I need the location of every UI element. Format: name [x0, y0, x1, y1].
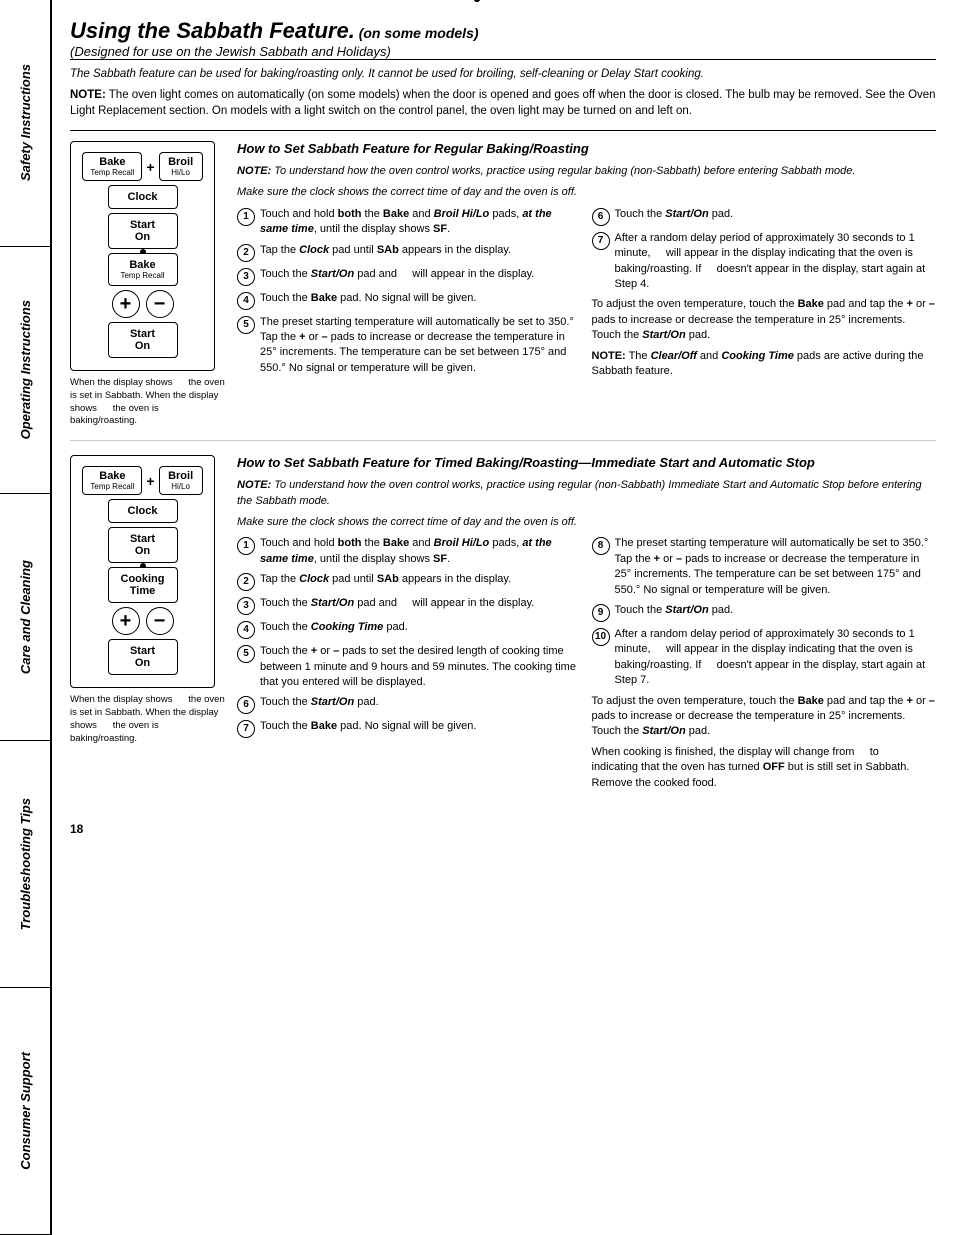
section2-broil-btn[interactable]: BroilHi/Lo — [159, 466, 203, 495]
sidebar-label-troubleshooting: Troubleshooting Tips — [18, 798, 33, 930]
bake-btn-mid[interactable]: BakeTemp Recall — [108, 253, 178, 286]
main-content: Using the Sabbath Feature. (on some mode… — [52, 0, 954, 1235]
section2-cooking-with-dot: CookingTime — [108, 567, 178, 603]
page-subtitle: (Designed for use on the Jewish Sabbath … — [70, 44, 391, 59]
section2-left-steps: 1 Touch and hold both the Bake and Broil… — [237, 536, 582, 795]
top-btn-row: BakeTemp Recall + BroilHi/Lo — [77, 152, 208, 181]
sidebar-section-troubleshooting: Troubleshooting Tips — [0, 741, 50, 988]
page-title-suffix: (on some models) — [355, 25, 479, 41]
start-on-row-1: StartOn — [77, 213, 208, 249]
section1-right-steps: 6 Touch the Start/On pad. 7 After a rand… — [592, 207, 937, 385]
section1-steps-container: 1 Touch and hold both the Bake and Broil… — [237, 207, 936, 385]
section2-top-btn-row: BakeTemp Recall + BroilHi/Lo — [77, 466, 208, 495]
section1-note: NOTE: To understand how the oven control… — [237, 164, 936, 179]
section2-step7: 7 Touch the Bake pad. No signal will be … — [237, 719, 582, 738]
start-on-bottom-row: StartOn — [77, 322, 208, 358]
sidebar-label-operating: Operating Instructions — [18, 300, 33, 439]
section2-right-steps: 8 The preset starting temperature will a… — [592, 536, 937, 795]
section2-start-on-bottom-row: StartOn — [77, 639, 208, 675]
section2-dot-right — [474, 0, 480, 2]
section1-step3: 3 Touch the Start/On pad and will appear… — [237, 267, 582, 286]
section2-step4: 4 Touch the Cooking Time pad. — [237, 620, 582, 639]
section1-step4: 4 Touch the Bake pad. No signal will be … — [237, 291, 582, 310]
section2-step6: 6 Touch the Start/On pad. — [237, 695, 582, 714]
section2-oven-diagram: BakeTemp Recall + BroilHi/Lo Clock Start… — [70, 455, 215, 688]
section2-make-sure: Make sure the clock shows the correct ti… — [237, 515, 936, 530]
page-title-block: Using the Sabbath Feature. (on some mode… — [70, 18, 936, 59]
section2-plus-sep: + — [146, 473, 154, 489]
start-on-btn-1[interactable]: StartOn — [108, 213, 178, 249]
section1-make-sure: Make sure the clock shows the correct ti… — [237, 185, 936, 200]
intro-block: The Sabbath feature can be used for baki… — [70, 59, 936, 131]
bake-dot-container: BakeTemp Recall — [77, 253, 208, 286]
section1-step6: 6 Touch the Start/On pad. — [592, 207, 937, 226]
section1-step5: 5 The preset starting temperature will a… — [237, 315, 582, 377]
section1-left-panel: BakeTemp Recall + BroilHi/Lo Clock Start… — [70, 141, 225, 428]
section2-left-panel: BakeTemp Recall + BroilHi/Lo Clock Start… — [70, 455, 225, 796]
section2-steps-container: 1 Touch and hold both the Bake and Broil… — [237, 536, 936, 795]
section2-start-on-row: StartOn — [77, 527, 208, 563]
sidebar-section-care: Care and Cleaning — [0, 494, 50, 741]
section1-container: BakeTemp Recall + BroilHi/Lo Clock Start… — [70, 141, 936, 441]
section2-plus-btn[interactable]: + — [112, 607, 140, 635]
section2-clock-btn[interactable]: Clock — [108, 499, 178, 523]
broil-btn-top[interactable]: BroilHi/Lo — [159, 152, 203, 181]
clock-btn[interactable]: Clock — [108, 185, 178, 209]
section2-step8: 8 The preset starting temperature will a… — [592, 536, 937, 598]
sidebar-section-operating: Operating Instructions — [0, 247, 50, 494]
section1-step2: 2 Tap the Clock pad until SAb appears in… — [237, 243, 582, 262]
page-title: Using the Sabbath Feature. (on some mode… — [70, 18, 479, 43]
cooking-time-btn[interactable]: CookingTime — [108, 567, 178, 603]
section1-step1: 1 Touch and hold both the Bake and Broil… — [237, 207, 582, 238]
page-number: 18 — [70, 822, 936, 836]
section2-right-panel: How to Set Sabbath Feature for Timed Bak… — [237, 455, 936, 796]
section1-oven-diagram: BakeTemp Recall + BroilHi/Lo Clock Start… — [70, 141, 215, 371]
plus-minus-row: + − — [77, 290, 208, 318]
section2-plus-minus-row: + − — [77, 607, 208, 635]
section2-step2: 2 Tap the Clock pad until SAb appears in… — [237, 572, 582, 591]
sidebar: Safety Instructions Operating Instructio… — [0, 0, 52, 1235]
section2-step9: 9 Touch the Start/On pad. — [592, 603, 937, 622]
section2-note: NOTE: To understand how the oven control… — [237, 478, 936, 509]
section2-adjust: To adjust the oven temperature, touch th… — [592, 694, 937, 791]
clock-row: Clock — [77, 185, 208, 209]
plus-separator: + — [146, 159, 154, 175]
intro-line1: The Sabbath feature can be used for baki… — [70, 66, 936, 83]
section1-adjust: To adjust the oven temperature, touch th… — [592, 297, 937, 379]
start-on-btn-bottom[interactable]: StartOn — [108, 322, 178, 358]
section1-right-panel: How to Set Sabbath Feature for Regular B… — [237, 141, 936, 428]
sidebar-label-consumer: Consumer Support — [18, 1052, 33, 1170]
sidebar-label-care: Care and Cleaning — [18, 560, 33, 674]
section2-step3: 3 Touch the Start/On pad and will appear… — [237, 596, 582, 615]
sidebar-section-consumer: Consumer Support — [0, 988, 50, 1235]
section1-left-steps: 1 Touch and hold both the Bake and Broil… — [237, 207, 582, 385]
section1-step7: 7 After a random delay period of approxi… — [592, 231, 937, 293]
section1-heading: How to Set Sabbath Feature for Regular B… — [237, 141, 936, 156]
section2-step10: 10 After a random delay period of approx… — [592, 627, 937, 689]
section2-step5: 5 Touch the + or – pads to set the desir… — [237, 644, 582, 690]
sidebar-section-safety: Safety Instructions — [0, 0, 50, 247]
section2-caption: When the display shows the oven is set i… — [70, 694, 225, 745]
section2-heading: How to Set Sabbath Feature for Timed Bak… — [237, 455, 936, 470]
bake-with-dot: BakeTemp Recall — [108, 253, 178, 286]
section2-step1: 1 Touch and hold both the Bake and Broil… — [237, 536, 582, 567]
intro-note: NOTE: The oven light comes on automatica… — [70, 87, 936, 120]
section2-cooking-container: CookingTime — [77, 567, 208, 603]
bake-btn-top[interactable]: BakeTemp Recall — [82, 152, 142, 181]
section2-bake-btn-top[interactable]: BakeTemp Recall — [82, 466, 142, 495]
minus-btn[interactable]: − — [146, 290, 174, 318]
section2-container: BakeTemp Recall + BroilHi/Lo Clock Start… — [70, 455, 936, 808]
section2-start-on-btn[interactable]: StartOn — [108, 527, 178, 563]
plus-btn[interactable]: + — [112, 290, 140, 318]
sidebar-label-safety: Safety Instructions — [18, 64, 33, 181]
section2-start-on-bottom-btn[interactable]: StartOn — [108, 639, 178, 675]
section1-caption: When the display shows the oven is set i… — [70, 377, 225, 428]
section2-minus-btn[interactable]: − — [146, 607, 174, 635]
section2-clock-row: Clock — [77, 499, 208, 523]
